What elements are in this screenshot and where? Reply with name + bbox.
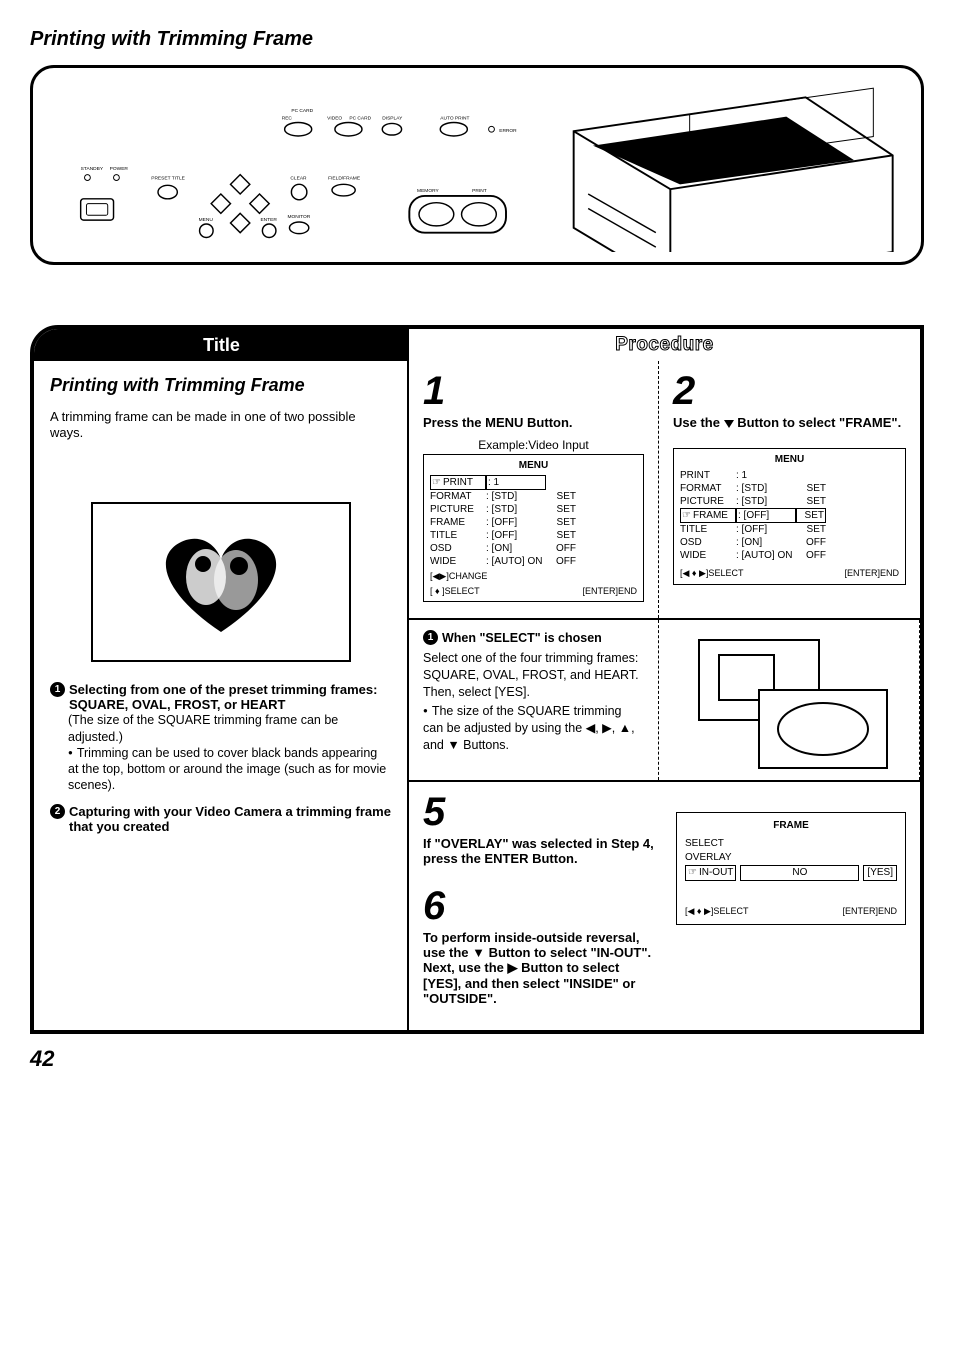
title-header: Title — [34, 329, 409, 361]
step-2-number: 2 — [673, 371, 906, 411]
step-6-title: To perform inside-outside reversal, use … — [423, 930, 656, 1006]
option1-note: (The size of the SQUARE trimming frame c… — [68, 712, 391, 745]
device-panel-illustration: STANDBY POWER PRESET TITLE MENU ENTER CL… — [30, 65, 924, 265]
auto-print-label: AUTO PRINT — [440, 116, 469, 122]
number-1-icon: 1 — [50, 682, 65, 697]
steps-5-6: 5 If "OVERLAY" was selected in Step 4, p… — [409, 782, 920, 1030]
left-column: Printing with Trimming Frame A trimming … — [34, 329, 409, 1030]
number-2-icon: 2 — [50, 804, 65, 819]
step-1-menu: MENU PRINT: 1 FORMAT: [STD]SET PICTURE: … — [423, 454, 644, 602]
option-1: 1 Selecting from one of the preset trimm… — [50, 682, 391, 793]
step-1-caption: Example:Video Input — [423, 438, 644, 452]
error-label: ERROR — [499, 128, 517, 134]
display-label: DISPLAY — [382, 116, 403, 122]
step-5-title: If "OVERLAY" was selected in Step 4, pre… — [423, 836, 656, 866]
menu-btn-label: MENU — [199, 217, 214, 223]
option2-title: Capturing with your Video Camera a trimm… — [69, 804, 391, 834]
standby-label: STANDBY — [81, 166, 104, 172]
heart-icon — [141, 522, 301, 642]
step-2: 2 Use the Button to select "FRAME". MENU… — [659, 361, 920, 618]
shape-diagram — [659, 620, 920, 780]
video-label: VIDEO — [327, 116, 342, 122]
field-frame-label: FIELD/FRAME — [328, 176, 361, 182]
number-1-icon: 1 — [423, 630, 438, 645]
power-label: POWER — [110, 166, 129, 172]
procedure-header: Procedure — [409, 329, 920, 361]
step-1-title: Press the MENU Button. — [423, 415, 644, 430]
select-info: 1 When "SELECT" is chosen Select one of … — [409, 620, 659, 780]
enter-btn-label: ENTER — [260, 217, 277, 223]
clear-label: CLEAR — [290, 176, 307, 182]
main-content-box: Title Procedure Printing with Trimming F… — [30, 325, 924, 1034]
example-heart-image — [91, 502, 351, 662]
step-5-number: 5 — [423, 792, 656, 832]
preset-title-label: PRESET TITLE — [151, 176, 185, 182]
page-title: Printing with Trimming Frame — [30, 28, 924, 51]
step-1: 1 Press the MENU Button. Example:Video I… — [409, 361, 659, 618]
step-6-number: 6 — [423, 886, 656, 926]
print-label: PRINT — [472, 188, 487, 194]
step-1-number: 1 — [423, 371, 644, 411]
printer-illustration — [574, 88, 893, 252]
option-2: 2 Capturing with your Video Camera a tri… — [50, 804, 391, 834]
pc-card-label: PC CARD — [291, 108, 313, 114]
rec-label: REC — [282, 116, 293, 122]
frame-menu: FRAME SELECT OVERLAY IN-OUT NO [YES] [◀ … — [676, 812, 906, 925]
triangle-down-icon — [724, 420, 734, 428]
memory-label: MEMORY — [417, 188, 439, 194]
left-subtitle: Printing with Trimming Frame — [50, 375, 391, 397]
step-2-title: Use the Button to select "FRAME". — [673, 415, 906, 430]
page-number: 42 — [30, 1046, 924, 1072]
step-2-menu: MENU PRINT: 1 FORMAT: [STD]SET PICTURE: … — [673, 448, 906, 585]
monitor-label: MONITOR — [288, 214, 311, 220]
left-intro: A trimming frame can be made in one of t… — [50, 409, 391, 443]
pc-card2-label: PC CARD — [349, 116, 371, 122]
right-column: 1 Press the MENU Button. Example:Video I… — [409, 329, 920, 1030]
option1-bullet: Trimming can be used to cover black band… — [68, 745, 391, 794]
option1-title: Selecting from one of the preset trimmin… — [69, 682, 391, 712]
